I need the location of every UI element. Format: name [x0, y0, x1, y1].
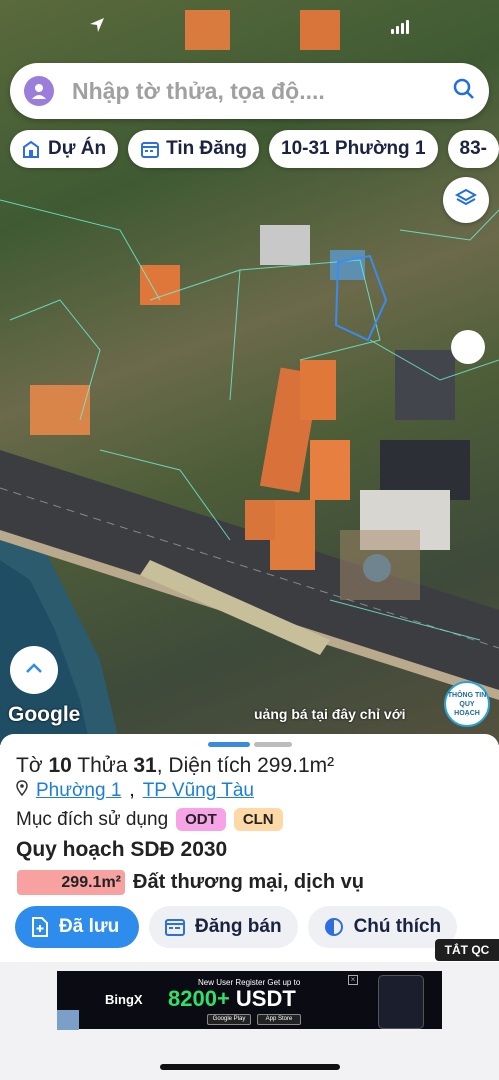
assistive-touch-button[interactable] — [451, 330, 485, 364]
filter-chips: Dự Án Tin Đăng 10-31 Phường 1 83- — [10, 130, 499, 168]
land-use-tag-cln[interactable]: CLN — [233, 808, 283, 831]
ad-banner[interactable]: New User Register Get up to BingX 8200+ … — [57, 971, 442, 1029]
ward-link[interactable]: Phường 1 — [36, 780, 121, 802]
chip-recent-parcel-2[interactable]: 83- — [447, 130, 499, 168]
add-document-icon — [31, 917, 49, 937]
plan-area-row: 299.1m² Đất thương mại, dịch vụ — [17, 870, 364, 895]
google-attribution: Google — [8, 703, 81, 726]
adchoices-icon[interactable] — [57, 1010, 79, 1030]
ad-brand: BingX — [105, 992, 143, 1007]
layers-button[interactable] — [443, 177, 489, 223]
chip-label: Tin Đăng — [166, 138, 248, 159]
plan-use-text: Đất thương mại, dịch vụ — [133, 871, 364, 893]
chip-tin-dang[interactable]: Tin Đăng — [128, 130, 260, 168]
quy-hoach-info-badge[interactable]: THÔNG TIN QUY HOẠCH — [444, 681, 490, 727]
chevron-up-icon — [25, 661, 43, 679]
chip-label: Dự Án — [48, 138, 107, 159]
expand-up-button[interactable] — [10, 646, 58, 694]
building-icon — [22, 139, 42, 159]
city-link[interactable]: TP Vũng Tàu — [143, 780, 254, 802]
calendar-icon — [165, 918, 185, 936]
calendar-icon — [140, 139, 160, 159]
post-sale-label: Đăng bán — [195, 916, 282, 937]
saved-button[interactable]: Đã lưu — [15, 906, 139, 948]
legend-label: Chú thích — [353, 916, 442, 937]
search-bar[interactable] — [10, 63, 489, 119]
post-sale-button[interactable]: Đăng bán — [149, 906, 298, 948]
chip-label: 10-31 Phường 1 — [281, 138, 426, 159]
action-buttons: Đã lưu Đăng bán Chú thích — [15, 906, 458, 948]
parcel-info-sheet: Tờ 10 Thửa 31, Diện tích 299.1m² Phường … — [0, 734, 499, 962]
home-indicator[interactable] — [160, 1064, 340, 1070]
promo-ticker: uảng bá tại đây chỉ với — [254, 706, 406, 722]
map-view[interactable]: Dự Án Tin Đăng 10-31 Phường 1 83- Google… — [0, 0, 499, 745]
chip-recent-parcel[interactable]: 10-31 Phường 1 — [269, 130, 438, 168]
search-icon[interactable] — [453, 78, 475, 105]
app-store-badge: App Store — [257, 1014, 301, 1025]
land-use-label: Mục đích sử dụng — [16, 808, 169, 830]
ad-phone-image — [378, 975, 424, 1029]
contrast-icon — [324, 917, 344, 937]
ad-offer: 8200+ USDT — [168, 986, 296, 1011]
plan-area-badge: 299.1m² — [17, 870, 125, 895]
layers-icon — [454, 187, 478, 214]
saved-label: Đã lưu — [59, 916, 120, 937]
signal-icon — [391, 20, 409, 34]
chip-du-an[interactable]: Dự Án — [10, 130, 119, 168]
plan-title: Quy hoạch SDĐ 2030 — [16, 838, 228, 861]
avatar[interactable] — [24, 76, 54, 106]
google-play-badge: Google Play — [207, 1014, 251, 1025]
search-input[interactable] — [72, 77, 453, 105]
ad-close-icon[interactable]: × — [348, 975, 358, 985]
map-pin-icon — [16, 780, 28, 802]
land-use-row: Mục đích sử dụng ODT CLN — [16, 808, 283, 831]
location-row: Phường 1, TP Vũng Tàu — [16, 780, 254, 802]
close-ads-button[interactable]: TẮT QC — [435, 939, 499, 961]
ad-store-badges: Google Play App Store — [207, 1014, 301, 1025]
sheet-pager[interactable] — [208, 742, 292, 747]
parcel-title: Tờ 10 Thửa 31, Diện tích 299.1m² — [16, 754, 335, 777]
land-use-tag-odt[interactable]: ODT — [176, 808, 226, 831]
chip-label: 83- — [459, 138, 487, 159]
location-arrow-icon — [88, 16, 106, 34]
